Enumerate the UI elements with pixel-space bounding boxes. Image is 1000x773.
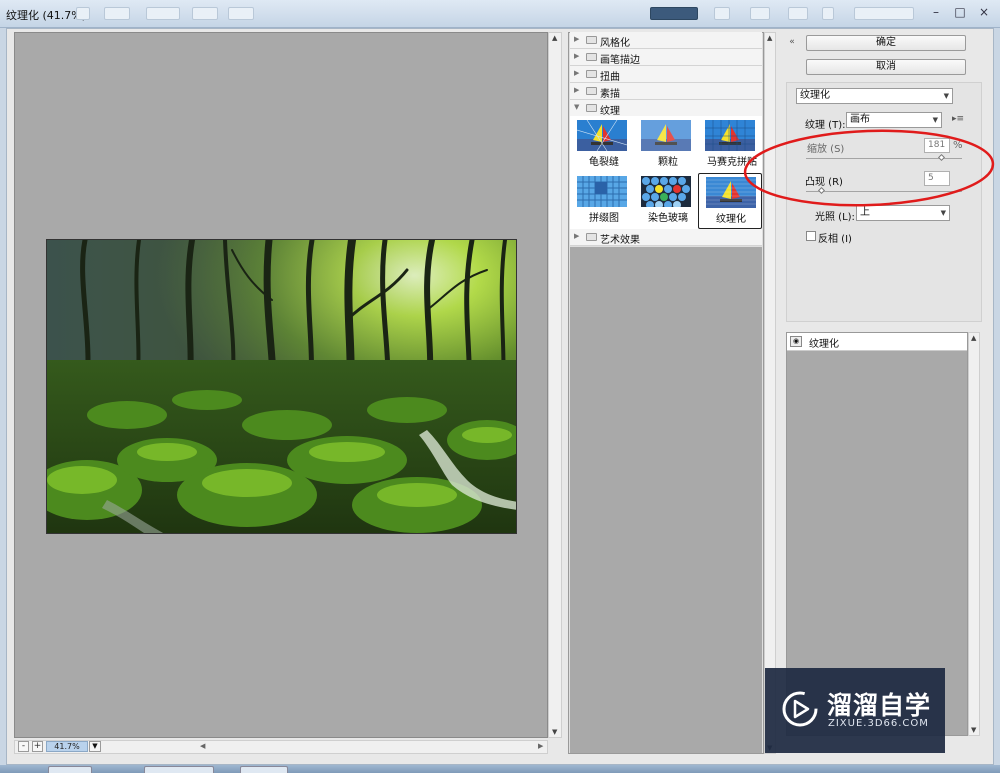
toolbar-button[interactable] <box>750 7 770 20</box>
folder-icon <box>586 53 597 61</box>
texture-select-value: 画布 <box>850 114 870 125</box>
cancel-button[interactable]: 取消 <box>806 59 966 75</box>
gallery-empty-area <box>570 247 762 753</box>
taskbar-button[interactable] <box>240 766 288 773</box>
window-title: 纹理化 (41.7%) <box>6 9 87 22</box>
thumbnail-stained-glass[interactable]: 染色玻璃 <box>636 174 692 226</box>
effect-layer-label: 纹理化 <box>809 339 839 350</box>
light-label: 光照 (L): <box>815 212 855 223</box>
chevron-down-icon: ▼ <box>943 92 949 100</box>
thumbnail-label: 拼缀图 <box>589 213 619 224</box>
zoom-dropdown-icon[interactable]: ▼ <box>89 741 101 752</box>
toolbar-button[interactable] <box>228 7 254 20</box>
thumbnail-label: 染色玻璃 <box>648 213 688 224</box>
category-label: 风格化 <box>600 38 630 49</box>
texture-select[interactable]: 画布 ▼ <box>846 112 942 128</box>
thumbnail-patchwork[interactable]: 拼缀图 <box>572 174 628 226</box>
expand-arrow-icon: ▶ <box>574 69 580 77</box>
invert-checkbox[interactable] <box>806 231 816 241</box>
ok-button[interactable]: 确定 <box>806 35 966 51</box>
thumbnail-image <box>641 176 691 207</box>
expand-arrow-icon: ▶ <box>574 232 580 240</box>
toolbar-button[interactable] <box>714 7 730 20</box>
preview-image <box>46 239 517 534</box>
scroll-left-icon[interactable]: ◀ <box>200 742 205 750</box>
folder-icon <box>586 70 597 78</box>
zoom-in-button[interactable]: + <box>32 741 43 752</box>
invert-label: 反相 (I) <box>818 234 852 245</box>
chevron-down-icon: ▼ <box>932 116 938 124</box>
toolbar-button[interactable] <box>854 7 914 20</box>
toolbar-button[interactable] <box>76 7 90 20</box>
expand-arrow-icon: ▶ <box>574 35 580 43</box>
preview-vertical-scrollbar[interactable]: ▲ ▼ <box>548 32 562 738</box>
toolbar-button[interactable] <box>822 7 834 20</box>
effect-layer-row[interactable]: ◉ 纹理化 <box>787 333 967 351</box>
folder-open-icon <box>586 104 597 112</box>
zoom-out-button[interactable]: - <box>18 741 29 752</box>
scroll-up-icon[interactable]: ▲ <box>552 34 557 42</box>
scroll-right-icon[interactable]: ▶ <box>538 742 543 750</box>
category-label: 扭曲 <box>600 72 620 83</box>
minimize-icon[interactable]: – <box>928 5 944 21</box>
thumbnail-craquelure[interactable]: 龟裂缝 <box>572 118 628 170</box>
thumbnail-image <box>577 120 627 151</box>
thumbnail-grain[interactable]: 颗粒 <box>636 118 692 170</box>
gallery-category-distort[interactable]: ▶ 扭曲 <box>570 66 762 83</box>
layers-scrollbar[interactable]: ▲ ▼ <box>968 332 980 736</box>
folder-icon <box>586 233 597 241</box>
thumbnail-label: 纹理化 <box>716 214 746 225</box>
watermark-brand: 溜溜自学 <box>827 691 932 720</box>
gallery-category-artistic[interactable]: ▶ 艺术效果 <box>570 229 762 246</box>
annotation-circle <box>743 129 995 207</box>
eye-icon[interactable]: ◉ <box>790 336 802 347</box>
toolbar-button[interactable] <box>104 7 130 20</box>
thumbnail-label: 颗粒 <box>658 157 678 168</box>
watermark-badge: 溜溜自学 ZIXUE.3D66.COM <box>765 668 945 753</box>
thumbnail-image <box>577 176 627 207</box>
maximize-icon[interactable]: □ <box>952 5 968 21</box>
thumbnail-image <box>641 120 691 151</box>
title-bar: 纹理化 (41.7%) – □ × <box>0 0 1000 28</box>
close-icon[interactable]: × <box>976 5 992 21</box>
scroll-up-icon[interactable]: ▲ <box>971 334 976 342</box>
texture-menu-icon[interactable]: ▸≡ <box>952 114 964 124</box>
gallery-category-brush-strokes[interactable]: ▶ 画笔描边 <box>570 49 762 66</box>
scroll-down-icon[interactable]: ▼ <box>552 728 557 736</box>
toolbar-button[interactable] <box>650 7 698 20</box>
play-logo-icon <box>782 691 818 727</box>
scroll-down-icon[interactable]: ▼ <box>971 726 976 734</box>
texture-thumbnails: 龟裂缝 颗粒 马赛克拼贴 拼缀图 染色玻璃 纹理化 <box>570 116 762 230</box>
folder-icon <box>586 87 597 95</box>
collapse-gallery-icon[interactable]: « <box>786 36 798 48</box>
thumbnail-label: 龟裂缝 <box>589 157 619 168</box>
category-label: 素描 <box>600 89 620 100</box>
expand-arrow-icon: ▶ <box>574 52 580 60</box>
toolbar-button[interactable] <box>146 7 180 20</box>
expand-arrow-icon: ▶ <box>574 86 580 94</box>
gallery-category-stylize[interactable]: ▶ 风格化 <box>570 32 762 49</box>
zoom-level[interactable]: 41.7% <box>46 741 88 752</box>
category-label: 画笔描边 <box>600 55 640 66</box>
scroll-up-icon[interactable]: ▲ <box>767 34 772 42</box>
toolbar-button[interactable] <box>788 7 808 20</box>
filter-select-value: 纹理化 <box>800 90 830 101</box>
collapse-arrow-icon: ▼ <box>574 103 580 111</box>
gallery-category-texture[interactable]: ▼ 纹理 <box>570 100 762 117</box>
gallery-category-sketch[interactable]: ▶ 素描 <box>570 83 762 100</box>
filter-select[interactable]: 纹理化 ▼ <box>796 88 953 104</box>
category-label: 艺术效果 <box>600 235 640 246</box>
folder-icon <box>586 36 597 44</box>
watermark-url: ZIXUE.3D66.COM <box>828 718 929 729</box>
toolbar-button[interactable] <box>192 7 218 20</box>
taskbar-button[interactable] <box>144 766 214 773</box>
taskbar-button[interactable] <box>48 766 92 773</box>
category-label: 纹理 <box>600 106 620 117</box>
